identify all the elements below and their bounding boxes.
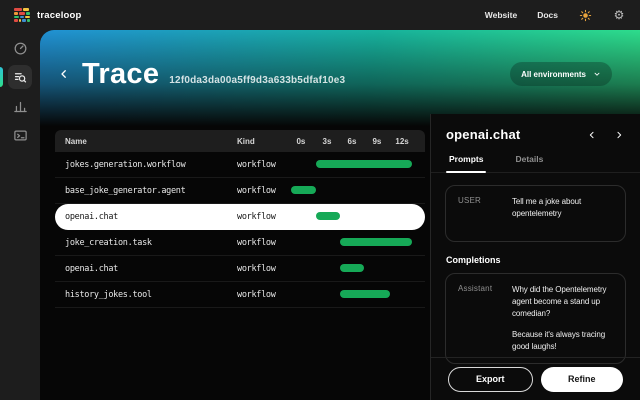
topbar-links: Website Docs ⚙ xyxy=(485,8,626,22)
timeline-track xyxy=(290,256,425,281)
span-kind: workflow xyxy=(237,160,276,170)
traceloop-logo-icon xyxy=(14,8,30,21)
message-role: Assistant xyxy=(458,284,502,353)
detail-panel-title: openai.chat xyxy=(446,127,520,142)
timeline-axis: 0s 3s 6s 9s 12s xyxy=(290,130,425,152)
trace-search-icon xyxy=(13,70,28,85)
span-kind: workflow xyxy=(237,290,276,300)
chevron-down-icon xyxy=(593,70,601,78)
span-row[interactable]: openai.chat workflow xyxy=(55,256,425,282)
detail-panel-footer: Export Refine xyxy=(431,357,640,400)
axis-tick: 0s xyxy=(296,137,305,146)
sidebar xyxy=(0,30,40,400)
span-name: openai.chat xyxy=(65,264,118,274)
span-name: history_jokes.tool xyxy=(65,290,152,300)
bar-chart-icon xyxy=(13,99,28,114)
environment-selector[interactable]: All environments xyxy=(510,62,612,86)
span-kind: workflow xyxy=(237,186,276,196)
span-name: jokes.generation.workflow xyxy=(65,160,185,170)
span-name: openai.chat xyxy=(65,212,118,222)
span-row[interactable]: history_jokes.tool workflow xyxy=(55,282,425,308)
docs-link[interactable]: Docs xyxy=(537,10,558,20)
axis-tick: 9s xyxy=(372,137,381,146)
settings-gear-icon[interactable]: ⚙ xyxy=(612,8,626,22)
timeline-track xyxy=(290,204,425,229)
theme-sun-icon[interactable] xyxy=(578,8,592,22)
detail-tabs: Prompts Details xyxy=(431,154,640,173)
trace-id: 12f0da3da00a5ff9d3a633b5dfaf10e3 xyxy=(169,75,345,86)
main-content: Trace 12f0da3da00a5ff9d3a633b5dfaf10e3 A… xyxy=(40,30,640,400)
sidebar-item-analytics[interactable] xyxy=(8,94,32,118)
span-name: joke_creation.task xyxy=(65,238,152,248)
span-row[interactable]: jokes.generation.workflow workflow xyxy=(55,152,425,178)
span-name: base_joke_generator.agent xyxy=(65,186,185,196)
environment-selector-label: All environments xyxy=(521,70,586,79)
span-row[interactable]: joke_creation.task workflow xyxy=(55,230,425,256)
message-text: Tell me a joke about opentelemetry xyxy=(512,196,613,231)
timeline-track xyxy=(290,282,425,307)
span-kind: workflow xyxy=(237,212,276,222)
span-duration-bar xyxy=(340,290,390,298)
tab-details[interactable]: Details xyxy=(512,154,546,172)
page-title: Trace xyxy=(82,60,159,89)
refine-button[interactable]: Refine xyxy=(541,367,624,392)
span-duration-bar xyxy=(316,212,340,220)
span-duration-bar xyxy=(340,238,412,246)
span-duration-bar xyxy=(316,160,412,168)
next-span-chevron-icon[interactable] xyxy=(613,129,625,141)
timeline-track xyxy=(290,230,425,255)
message-text: Why did the Opentelemetry agent become a… xyxy=(512,284,613,353)
traceloop-logo[interactable]: traceloop xyxy=(14,8,82,21)
sidebar-item-traces[interactable] xyxy=(8,65,32,89)
axis-tick: 12s xyxy=(395,137,408,146)
back-chevron-icon[interactable] xyxy=(56,66,72,82)
tab-prompts[interactable]: Prompts xyxy=(446,154,486,172)
prompt-message-card: USER Tell me a joke about opentelemetry xyxy=(445,185,626,242)
terminal-icon xyxy=(13,128,28,143)
timeline-track xyxy=(290,178,425,203)
span-table: Name Kind 0s 3s 6s 9s 12s jokes.generati… xyxy=(55,130,425,308)
timeline-track xyxy=(290,152,425,177)
span-duration-bar xyxy=(340,264,364,272)
sidebar-item-console[interactable] xyxy=(8,123,32,147)
column-header-kind: Kind xyxy=(237,137,255,146)
sidebar-active-indicator xyxy=(0,67,3,87)
span-table-header: Name Kind 0s 3s 6s 9s 12s xyxy=(55,130,425,152)
export-button[interactable]: Export xyxy=(448,367,533,392)
span-row[interactable]: base_joke_generator.agent workflow xyxy=(55,178,425,204)
span-duration-bar xyxy=(291,186,316,194)
column-header-name: Name xyxy=(65,137,87,146)
span-kind: workflow xyxy=(237,238,276,248)
completions-heading: Completions xyxy=(446,255,626,265)
span-kind: workflow xyxy=(237,264,276,274)
sidebar-item-dashboard[interactable] xyxy=(8,36,32,60)
prev-span-chevron-icon[interactable] xyxy=(586,129,598,141)
website-link[interactable]: Website xyxy=(485,10,517,20)
span-row-selected[interactable]: openai.chat workflow xyxy=(55,204,425,230)
topbar: traceloop Website Docs ⚙ xyxy=(0,0,640,30)
gauge-icon xyxy=(13,41,28,56)
completion-message-card: Assistant Why did the Opentelemetry agen… xyxy=(445,273,626,364)
brand-name: traceloop xyxy=(37,10,82,21)
span-detail-panel: openai.chat Prompts Details USER Tell me… xyxy=(430,114,640,400)
message-role: USER xyxy=(458,196,502,231)
axis-tick: 6s xyxy=(348,137,357,146)
axis-tick: 3s xyxy=(323,137,332,146)
